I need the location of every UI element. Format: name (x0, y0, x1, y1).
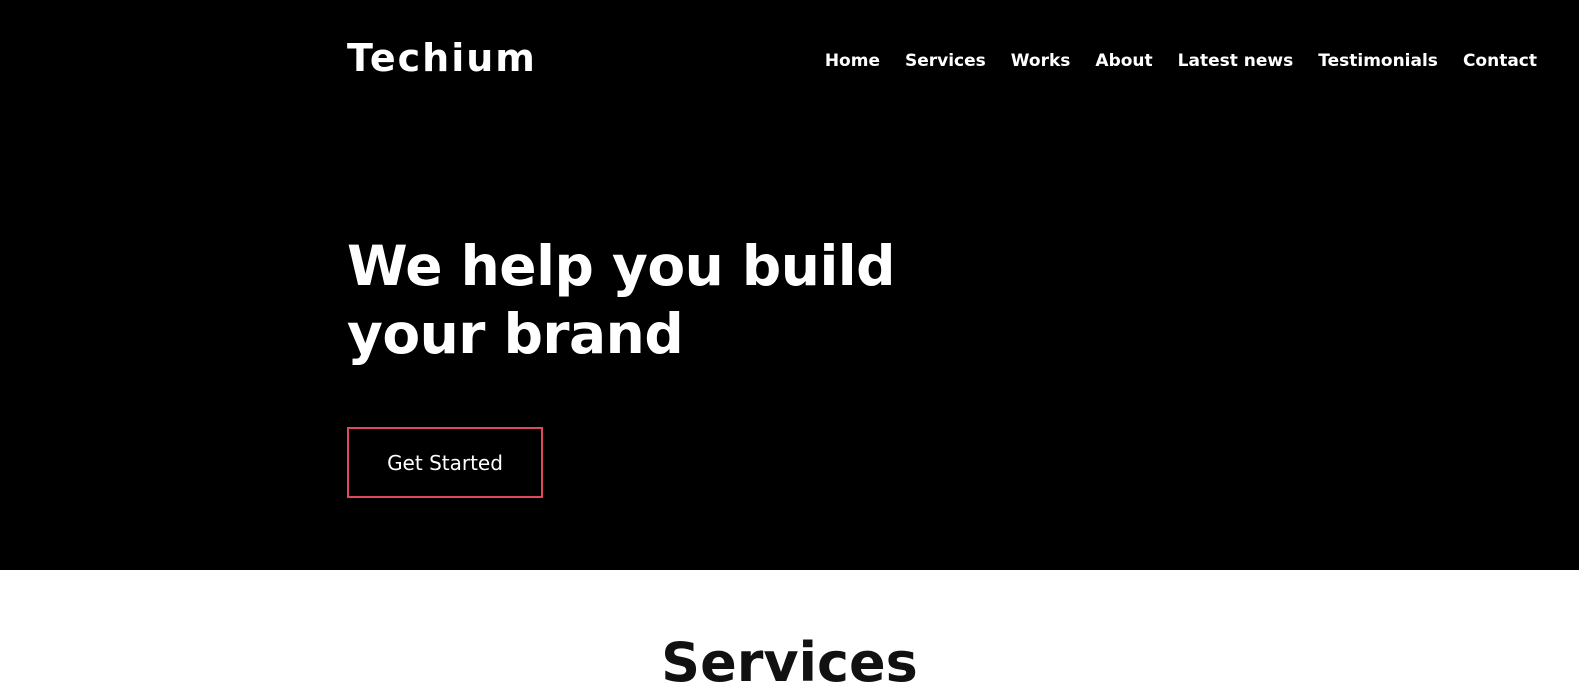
nav-link-home[interactable]: Home (825, 49, 880, 73)
nav-link-works[interactable]: Works (1011, 49, 1071, 73)
main-navigation: Home Services Works About Latest news Te… (825, 49, 1537, 73)
hero-headline: We help you build your brand (347, 234, 896, 366)
site-logo[interactable]: Techium (347, 36, 537, 80)
services-heading: Services (661, 631, 918, 694)
nav-link-about[interactable]: About (1095, 49, 1152, 73)
nav-link-testimonials[interactable]: Testimonials (1318, 49, 1438, 73)
nav-link-latest-news[interactable]: Latest news (1178, 49, 1294, 73)
hero-section: Techium Home Services Works About Latest… (0, 0, 1579, 570)
nav-link-contact[interactable]: Contact (1463, 49, 1537, 73)
get-started-button[interactable]: Get Started (347, 427, 543, 498)
nav-link-services[interactable]: Services (905, 49, 986, 73)
